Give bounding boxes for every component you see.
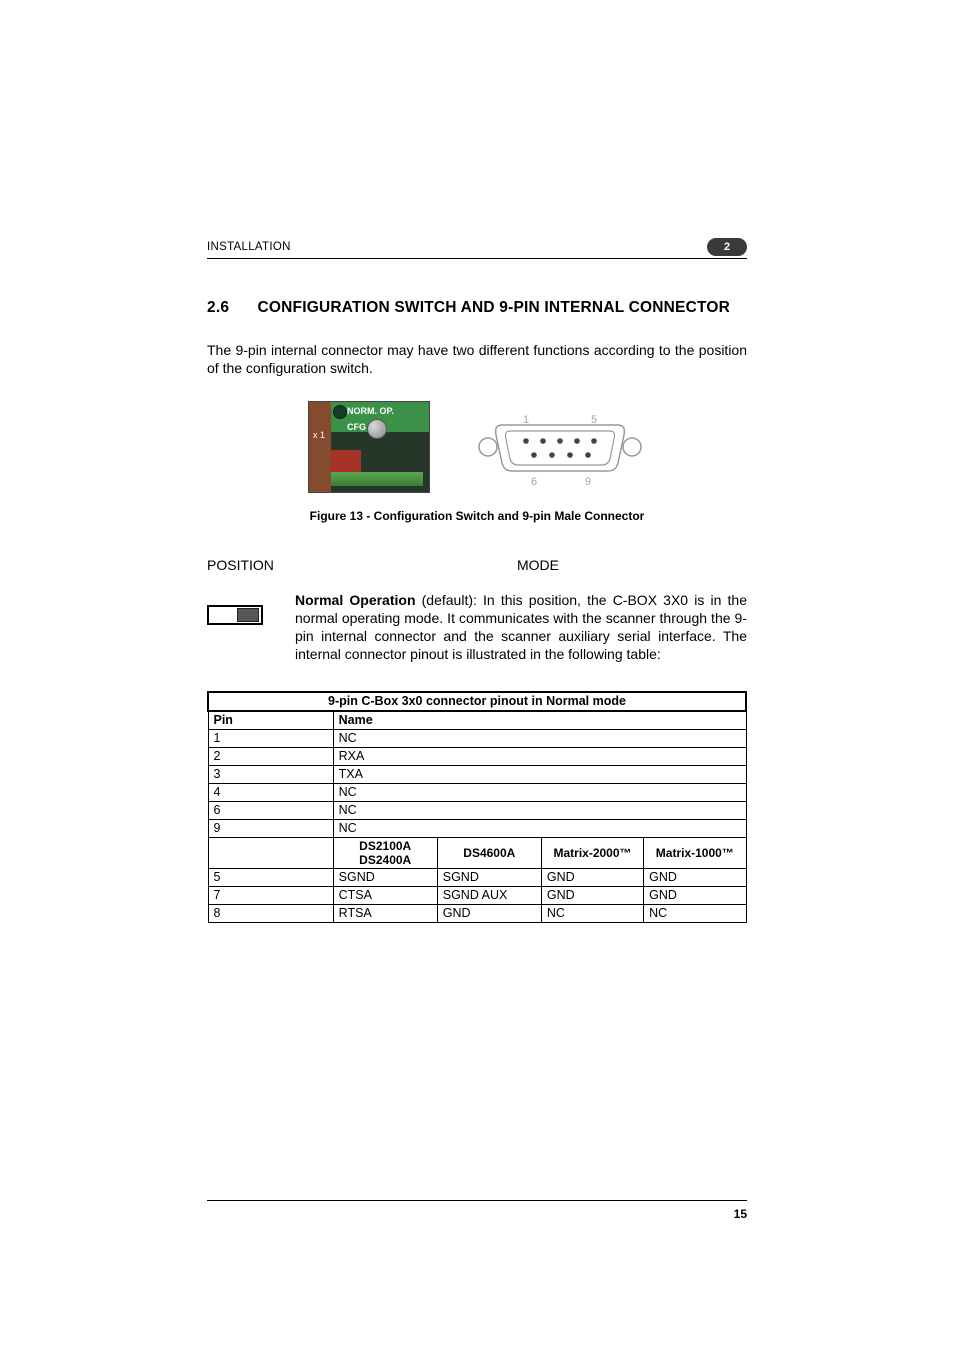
table-row: 3TXA	[208, 766, 746, 784]
th-pin: Pin	[208, 711, 333, 730]
dsub-pin1-label: 1	[523, 414, 529, 426]
header-section-label: INSTALLATION	[207, 241, 291, 253]
mode-header: MODE	[517, 557, 559, 573]
figure-row: NORM. OP. CFG x 1	[207, 401, 747, 493]
normal-operation-text: Normal Operation (default): In this posi…	[295, 591, 747, 663]
normal-operation-label: Normal Operation	[295, 592, 416, 608]
normal-operation-block: Normal Operation (default): In this posi…	[207, 591, 747, 663]
switch-label-cfg: CFG	[347, 422, 366, 432]
table-row: 4NC	[208, 784, 746, 802]
switch-position-icon	[207, 605, 263, 625]
switch-label-norm: NORM. OP.	[347, 406, 394, 416]
intro-paragraph: The 9-pin internal connector may have tw…	[207, 341, 747, 377]
page-number: 15	[207, 1207, 747, 1221]
position-mode-headers: POSITION MODE	[207, 557, 747, 573]
position-header: POSITION	[207, 557, 517, 573]
table-row: 7 CTSA SGND AUX GND GND	[208, 887, 746, 905]
dsub-pin5-label: 5	[591, 414, 597, 426]
table-row: 9NC	[208, 820, 746, 838]
chapter-tab: 2	[707, 238, 747, 256]
section-title-text: CONFIGURATION SWITCH AND 9-PIN INTERNAL …	[258, 299, 731, 316]
switch-knob-icon	[367, 419, 387, 439]
page-footer: 15	[207, 1200, 747, 1221]
dsub-pin6-label: 6	[531, 476, 537, 488]
th-name: Name	[333, 711, 746, 730]
dsub-pin9-label: 9	[585, 476, 591, 488]
dsub-connector-diagram: 1 5 6 9	[474, 401, 646, 493]
pinout-table: 9-pin C-Box 3x0 connector pinout in Norm…	[207, 691, 747, 923]
section-heading: 2.6 CONFIGURATION SWITCH AND 9-PIN INTER…	[207, 299, 747, 317]
table-title: 9-pin C-Box 3x0 connector pinout in Norm…	[208, 692, 746, 711]
table-row: 6NC	[208, 802, 746, 820]
table-row: 2RXA	[208, 748, 746, 766]
page-header: INSTALLATION 2	[207, 238, 747, 259]
figure-caption: Figure 13 - Configuration Switch and 9-p…	[207, 509, 747, 523]
switch-label-x1: x 1	[313, 430, 325, 440]
configuration-switch-photo: NORM. OP. CFG x 1	[308, 401, 430, 493]
section-number: 2.6	[207, 299, 253, 317]
table-row: 1NC	[208, 730, 746, 748]
table-row: 8 RTSA GND NC NC	[208, 905, 746, 923]
table-row: 5 SGND SGND GND GND	[208, 869, 746, 887]
table-subheader: DS2100ADS2400A DS4600A Matrix-2000™ Matr…	[208, 838, 746, 869]
